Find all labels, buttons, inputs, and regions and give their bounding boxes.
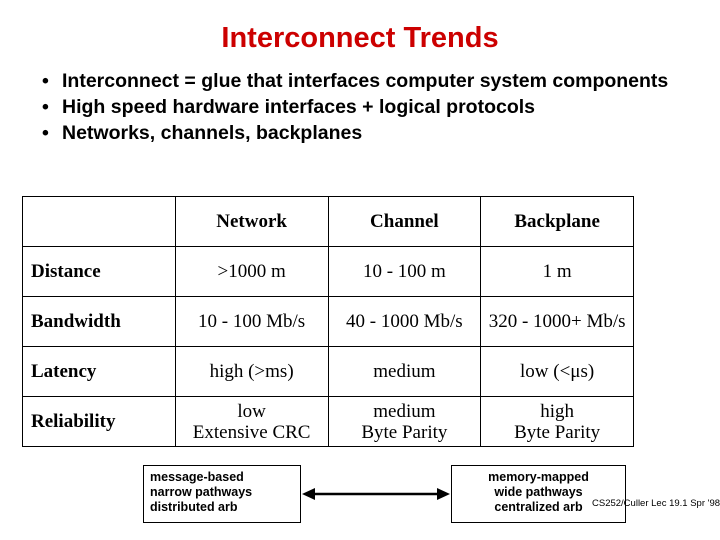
cell-bandwidth-backplane: 320 - 1000+ Mb/s [480, 296, 634, 347]
row-header-latency: Latency [22, 346, 176, 397]
cell-line-1: high [540, 400, 575, 422]
list-item: • High speed hardware interfaces + logic… [22, 94, 698, 120]
left-box-line-3: distributed arb [150, 500, 238, 514]
column-header-network: Network [174, 196, 329, 247]
row-header-bandwidth: Bandwidth [22, 296, 176, 347]
slide-footer: CS252/Culler Lec 19.1 Spr '98 ©UCB 40 [592, 498, 720, 509]
comparison-table-wrapper: Network Channel Backplane Distance >1000… [22, 196, 634, 447]
column-header-channel: Channel [327, 196, 482, 247]
row-header-distance: Distance [22, 246, 176, 297]
cell-distance-network: >1000 m [174, 246, 329, 297]
list-item-text: Interconnect = glue that interfaces comp… [62, 70, 669, 92]
bullet-list: • Interconnect = glue that interfaces co… [22, 68, 698, 146]
left-box-line-1: message-based [150, 470, 244, 484]
cell-distance-backplane: 1 m [480, 246, 634, 297]
cell-distance-channel: 10 - 100 m [327, 246, 482, 297]
cell-line-1: medium [373, 400, 436, 422]
left-box-line-2: narrow pathways [150, 485, 253, 499]
cell-latency-channel: medium [327, 346, 482, 397]
cell-reliability-backplane: high Byte Parity [480, 396, 634, 447]
cell-bandwidth-channel: 40 - 1000 Mb/s [327, 296, 482, 347]
column-header-backplane: Backplane [480, 196, 634, 247]
list-item-text: Networks, channels, backplanes [62, 122, 363, 144]
table-row: Bandwidth 10 - 100 Mb/s 40 - 1000 Mb/s 3… [22, 296, 634, 347]
right-box-line-1: memory-mapped [488, 470, 589, 484]
list-item-text: High speed hardware interfaces + logical… [62, 96, 536, 118]
bullet-marker: • [42, 70, 49, 92]
page-title: Interconnect Trends [221, 22, 499, 54]
list-item: • Interconnect = glue that interfaces co… [22, 68, 698, 94]
cell-line-2: Byte Parity [514, 421, 601, 443]
table-row: Network Channel Backplane [22, 196, 634, 247]
row-header-reliability: Reliability [22, 396, 176, 447]
cell-latency-network: high (>ms) [174, 346, 329, 397]
cell-reliability-network: low Extensive CRC [174, 396, 329, 447]
cell-line-2: Byte Parity [361, 421, 448, 443]
table-row: Distance >1000 m 10 - 100 m 1 m [22, 246, 634, 297]
double-headed-arrow-icon [302, 488, 450, 500]
list-item: • Networks, channels, backplanes [22, 120, 698, 146]
right-annotation-box: memory-mapped wide pathways centralized … [451, 465, 626, 523]
cell-line-2: Extensive CRC [192, 421, 311, 443]
table-row: Latency high (>ms) medium low (<μs) [22, 346, 634, 397]
cell-latency-backplane: low (<μs) [480, 346, 634, 397]
left-annotation-box: message-based narrow pathways distribute… [143, 465, 301, 523]
bullet-marker: • [42, 122, 49, 144]
bullet-marker: • [42, 96, 49, 118]
comparison-table: Network Channel Backplane Distance >1000… [22, 196, 634, 447]
table-row: Reliability low Extensive CRC medium Byt… [22, 396, 634, 447]
cell-bandwidth-network: 10 - 100 Mb/s [174, 296, 329, 347]
cell-reliability-channel: medium Byte Parity [327, 396, 482, 447]
table-corner-cell [22, 196, 176, 247]
slide: Interconnect Trends • Interconnect = glu… [0, 0, 720, 540]
cell-line-1: low [237, 400, 266, 422]
